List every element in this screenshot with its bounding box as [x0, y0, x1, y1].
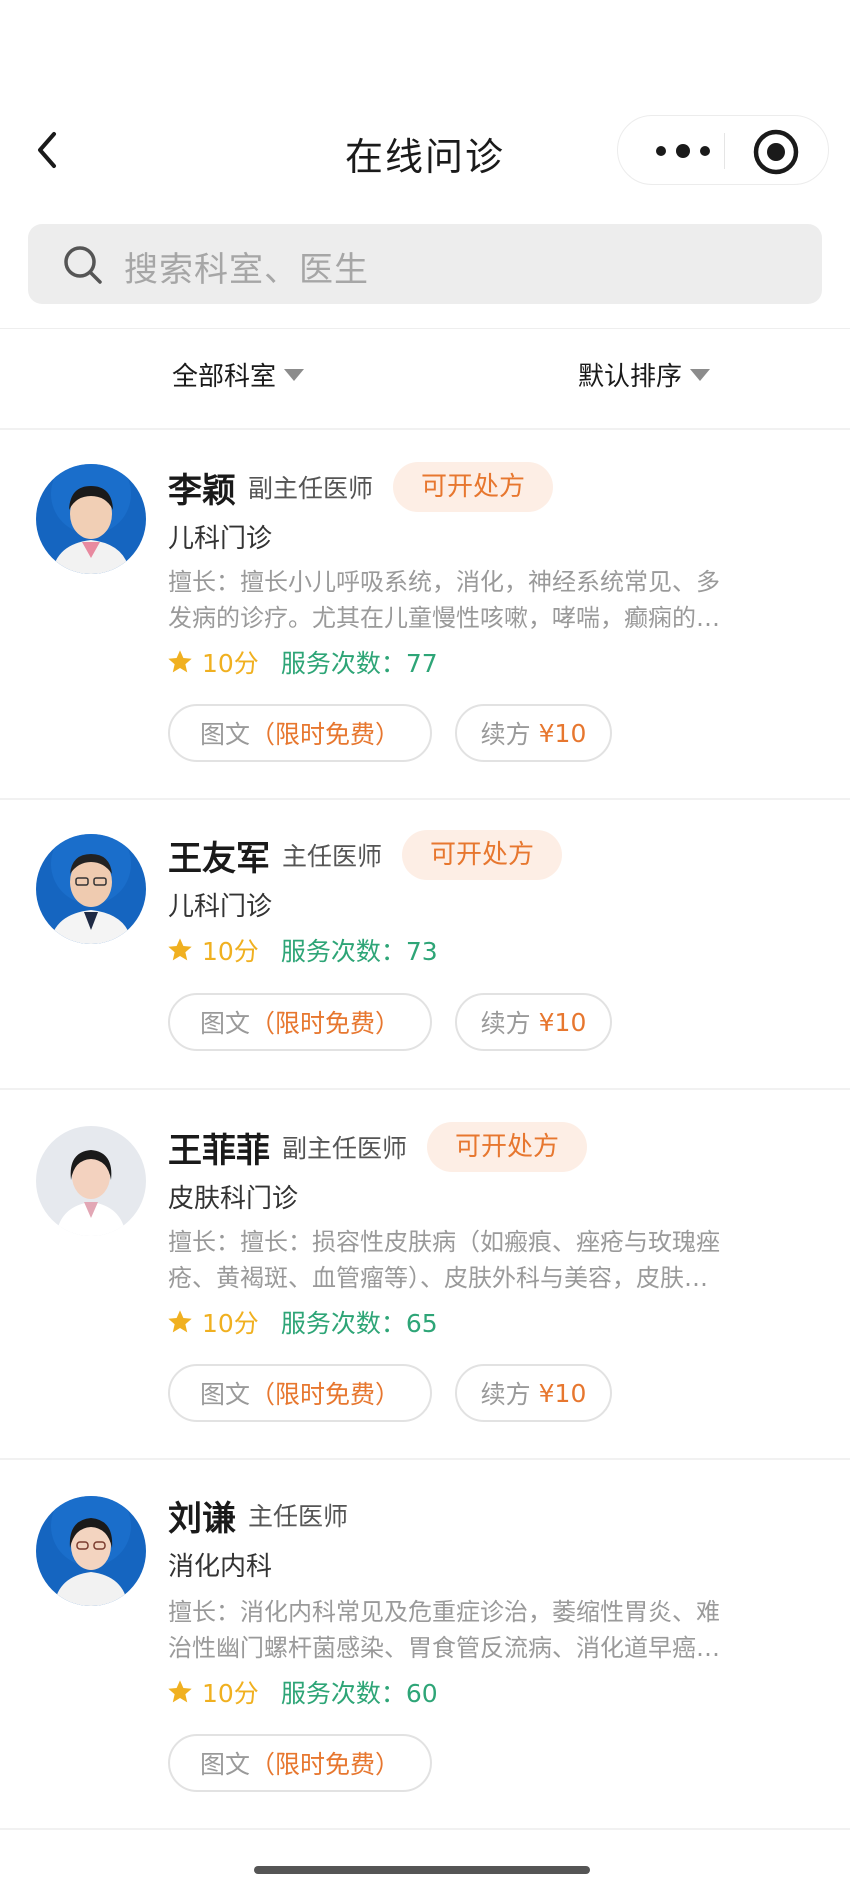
doctor-card[interactable]: 王友军 主任医师 可开处方 儿科门诊 10分 服务次数：73 图文 （限时免费） … [0, 800, 850, 1088]
doctor-department: 儿科门诊 [168, 524, 273, 554]
search-placeholder: 搜索科室、医生 [124, 250, 369, 290]
doctor-card[interactable]: 王菲菲 副主任医师 可开处方 皮肤科门诊 擅长：擅长：损容性皮肤病（如瘢痕、痤疮… [0, 1090, 850, 1458]
doctor-stats: 10分 服务次数：77 [166, 644, 438, 680]
button-label: 续方 [480, 1380, 531, 1409]
sort-filter[interactable]: 默认排序 [578, 354, 711, 394]
divider [0, 328, 850, 329]
button-price: （限时免费） [250, 1380, 401, 1409]
star-icon [168, 650, 192, 673]
specialty-line: 擅长：消化内科常见及危重症诊治，萎缩性胃炎、难 [168, 1598, 720, 1626]
capsule-divider [724, 133, 725, 169]
renew-prescription-button[interactable]: 续方 ¥10 [455, 993, 612, 1051]
doctor-title: 副主任医师 [282, 1134, 408, 1163]
sort-filter-label: 默认排序 [578, 361, 683, 392]
caret-down-icon [284, 369, 305, 381]
prescription-badge: 可开处方 [427, 1122, 588, 1172]
rating-score: 10分 [202, 649, 259, 678]
doctor-stats: 10分 服务次数：73 [166, 932, 438, 968]
service-count: 服务次数：60 [280, 1679, 438, 1708]
button-label: 图文 [199, 1750, 250, 1779]
star-icon [168, 1310, 192, 1333]
doctor-title: 主任医师 [282, 842, 383, 871]
button-price: ¥10 [538, 718, 587, 748]
doctor-avatar [36, 834, 146, 944]
doctor-name: 刘谦 [168, 1498, 236, 1539]
divider [0, 1828, 850, 1830]
department-filter[interactable]: 全部科室 [172, 354, 305, 394]
specialty-line: 治性幽门螺杆菌感染、胃食管反流病、消化道早癌… [168, 1634, 720, 1662]
doctor-name: 李颖 [168, 470, 236, 511]
text-consult-button[interactable]: 图文 （限时免费） [168, 1734, 432, 1792]
text-consult-button[interactable]: 图文 （限时免费） [168, 993, 432, 1051]
doctor-card[interactable]: 刘谦 主任医师 消化内科 擅长：消化内科常见及危重症诊治，萎缩性胃炎、难 治性幽… [0, 1460, 850, 1828]
star-icon [168, 1680, 192, 1703]
miniprogram-capsule [617, 115, 829, 185]
prescription-badge: 可开处方 [402, 830, 563, 880]
doctor-avatar [36, 1126, 146, 1236]
button-price: （限时免费） [250, 1009, 401, 1038]
button-label: 图文 [199, 1009, 250, 1038]
doctor-stats: 10分 服务次数：65 [166, 1304, 438, 1340]
doctor-specialty: 擅长：消化内科常见及危重症诊治，萎缩性胃炎、难 治性幽门螺杆菌感染、胃食管反流病… [168, 1594, 798, 1666]
navigation-bar: 在线问诊 [0, 110, 850, 190]
caret-down-icon [690, 369, 711, 381]
doctor-header: 王菲菲 副主任医师 可开处方 [168, 1122, 588, 1172]
doctor-specialty: 擅长：擅长小儿呼吸系统，消化，神经系统常见、多 发病的诊疗。尤其在儿童慢性咳嗽，… [168, 564, 798, 636]
doctor-header: 李颖 副主任医师 可开处方 [168, 462, 554, 512]
specialty-line: 疮、黄褐斑、血管瘤等）、皮肤外科与美容，皮肤… [168, 1264, 708, 1292]
doctor-card[interactable]: 李颖 副主任医师 可开处方 儿科门诊 擅长：擅长小儿呼吸系统，消化，神经系统常见… [0, 430, 850, 798]
button-label: 图文 [199, 720, 250, 749]
home-indicator[interactable] [254, 1866, 590, 1874]
target-icon[interactable] [750, 126, 802, 178]
doctor-name: 王友军 [168, 838, 270, 879]
doctor-header: 王友军 主任医师 可开处方 [168, 830, 563, 880]
doctor-name: 王菲菲 [168, 1130, 270, 1171]
button-label: 图文 [199, 1380, 250, 1409]
renew-prescription-button[interactable]: 续方 ¥10 [455, 704, 612, 762]
doctor-header: 刘谦 主任医师 [168, 1490, 348, 1540]
text-consult-button[interactable]: 图文 （限时免费） [168, 1364, 432, 1422]
search-input[interactable]: 搜索科室、医生 [28, 224, 822, 304]
button-price: （限时免费） [250, 1750, 401, 1779]
doctor-department: 消化内科 [168, 1552, 273, 1582]
specialty-line: 擅长：擅长：损容性皮肤病（如瘢痕、痤疮与玫瑰痤 [168, 1228, 720, 1256]
specialty-line: 发病的诊疗。尤其在儿童慢性咳嗽，哮喘，癫痫的… [168, 604, 720, 632]
text-consult-button[interactable]: 图文 （限时免费） [168, 704, 432, 762]
star-icon [168, 938, 192, 961]
prescription-badge: 可开处方 [393, 462, 554, 512]
doctor-stats: 10分 服务次数：60 [166, 1674, 438, 1710]
button-price: ¥10 [538, 1378, 587, 1408]
button-price: （限时免费） [250, 720, 401, 749]
service-count: 服务次数：65 [280, 1309, 438, 1338]
service-count: 服务次数：77 [280, 649, 438, 678]
doctor-avatar [36, 464, 146, 574]
renew-prescription-button[interactable]: 续方 ¥10 [455, 1364, 612, 1422]
rating-score: 10分 [202, 937, 259, 966]
doctor-department: 皮肤科门诊 [168, 1184, 299, 1214]
specialty-line: 擅长：擅长小儿呼吸系统，消化，神经系统常见、多 [168, 568, 720, 596]
service-count: 服务次数：73 [280, 937, 438, 966]
button-label: 续方 [480, 720, 531, 749]
doctor-specialty: 擅长：擅长：损容性皮肤病（如瘢痕、痤疮与玫瑰痤 疮、黄褐斑、血管瘤等）、皮肤外科… [168, 1224, 798, 1296]
doctor-title: 副主任医师 [248, 474, 374, 503]
search-icon [62, 244, 104, 286]
more-dots-icon[interactable] [648, 116, 718, 186]
doctor-title: 主任医师 [248, 1502, 349, 1531]
rating-score: 10分 [202, 1309, 259, 1338]
department-filter-label: 全部科室 [172, 361, 277, 392]
doctor-department: 儿科门诊 [168, 892, 273, 922]
button-label: 续方 [480, 1009, 531, 1038]
doctor-avatar [36, 1496, 146, 1606]
rating-score: 10分 [202, 1679, 259, 1708]
button-price: ¥10 [538, 1007, 587, 1037]
